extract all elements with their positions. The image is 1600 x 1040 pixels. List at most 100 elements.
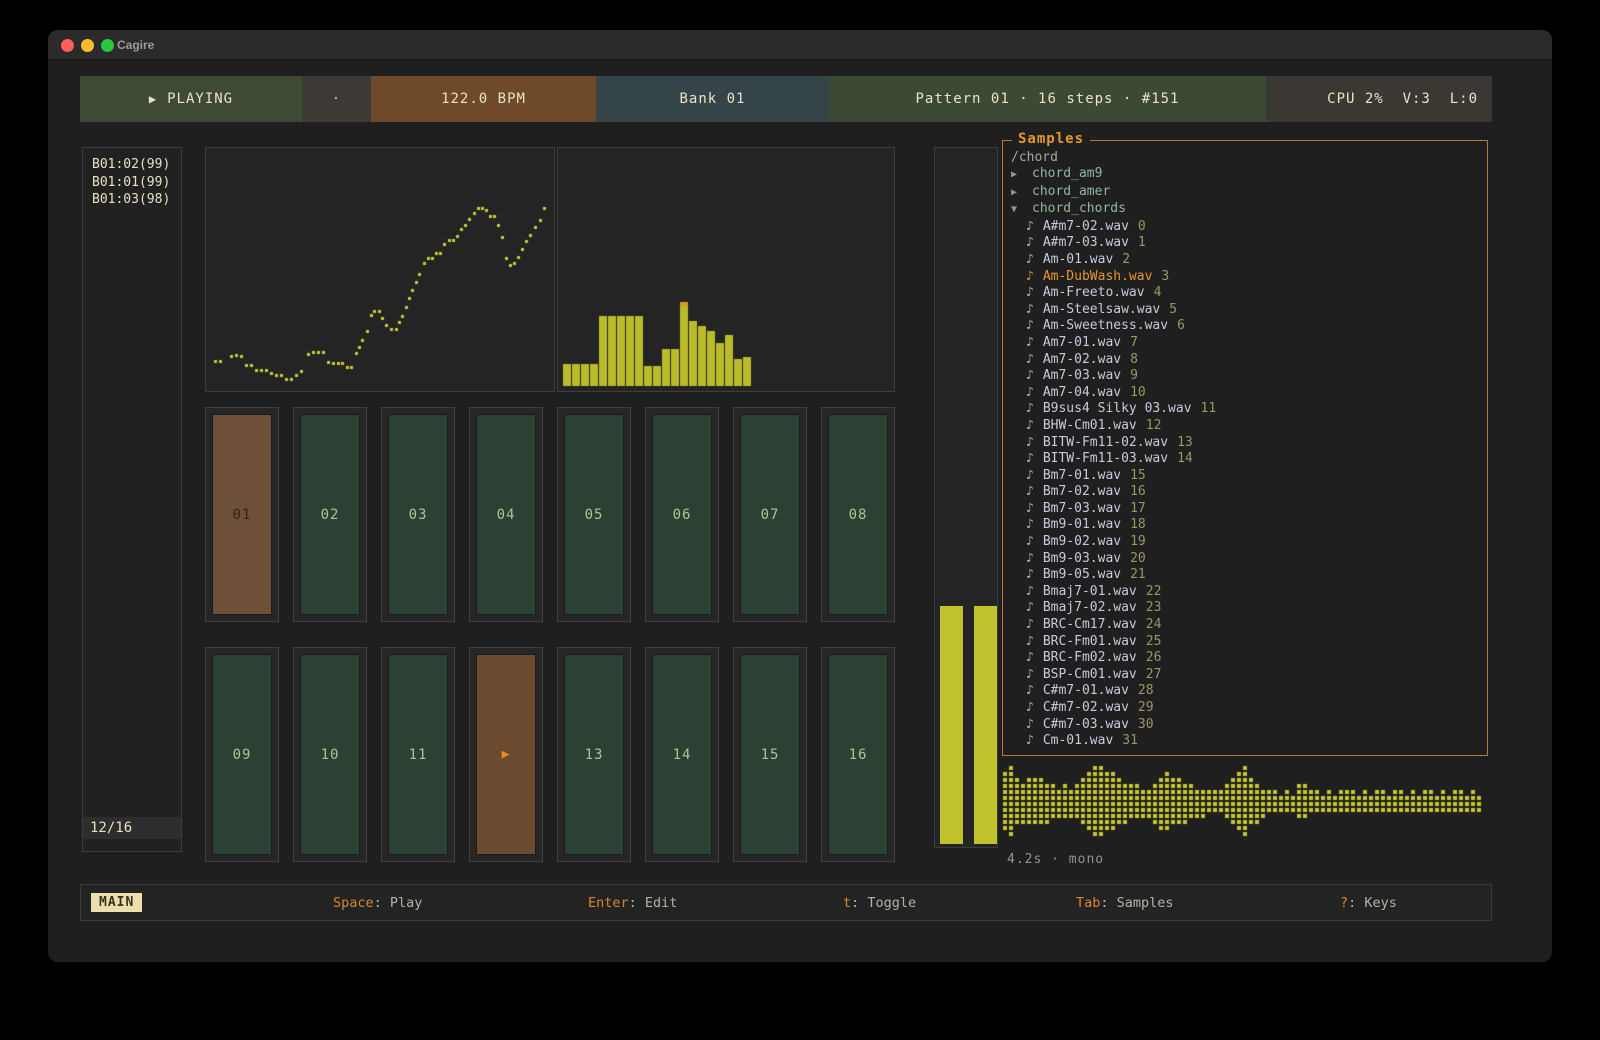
sample-file-name: Am7-04.wav <box>1043 385 1121 400</box>
pad-surface: 07 <box>740 414 800 615</box>
pattern-curve-chart <box>206 148 552 389</box>
pad-11[interactable]: 11 <box>381 647 455 862</box>
sample-file-index: 30 <box>1138 717 1154 732</box>
pad-15[interactable]: 15 <box>733 647 807 862</box>
pad-surface: 05 <box>564 414 624 615</box>
close-window-button[interactable] <box>61 39 74 52</box>
folder-chord_chords[interactable]: ▼ chord_chords <box>1011 201 1481 219</box>
sample-file-12[interactable]: ♪BHW-Cm01.wav12 <box>1011 418 1481 435</box>
pad-label: 14 <box>673 747 692 763</box>
sample-file-18[interactable]: ♪Bm9-01.wav18 <box>1011 517 1481 534</box>
music-note-icon: ♪ <box>1026 318 1034 335</box>
sample-file-31[interactable]: ♪Cm-01.wav31 <box>1011 733 1481 750</box>
sample-file-27[interactable]: ♪BSP-Cm01.wav27 <box>1011 667 1481 684</box>
pad-surface: 14 <box>652 654 712 855</box>
folder-chord_am9[interactable]: ▶chord_am9 <box>1011 166 1481 184</box>
sample-tree[interactable]: /chord ▶chord_am9▶chord_amer▼chord_chord… <box>1003 141 1487 755</box>
sample-file-15[interactable]: ♪Bm7-01.wav15 <box>1011 468 1481 485</box>
sample-file-index: 23 <box>1146 600 1162 615</box>
music-note-icon: ♪ <box>1026 717 1034 734</box>
shortcut-t: t: Toggle <box>843 895 916 911</box>
sample-file-7[interactable]: ♪Am7-01.wav7 <box>1011 335 1481 352</box>
music-note-icon: ♪ <box>1026 501 1034 518</box>
shortcut-tab: Tab: Samples <box>1076 895 1174 911</box>
sample-file-name: Am-Sweetness.wav <box>1043 318 1168 333</box>
music-note-icon: ♪ <box>1026 517 1034 534</box>
sample-file-4[interactable]: ♪Am-Freeto.wav4 <box>1011 285 1481 302</box>
sample-file-index: 29 <box>1138 700 1154 715</box>
sample-file-21[interactable]: ♪Bm9-05.wav21 <box>1011 567 1481 584</box>
sample-file-22[interactable]: ♪Bmaj7-01.wav22 <box>1011 584 1481 601</box>
pad-12[interactable]: ▶ <box>469 647 543 862</box>
sample-file-index: 20 <box>1130 551 1146 566</box>
sample-file-name: Bm9-03.wav <box>1043 551 1121 566</box>
sample-file-23[interactable]: ♪Bmaj7-02.wav23 <box>1011 600 1481 617</box>
sample-file-30[interactable]: ♪C#m7-03.wav30 <box>1011 717 1481 734</box>
sample-file-25[interactable]: ♪BRC-Fm01.wav25 <box>1011 634 1481 651</box>
sample-file-19[interactable]: ♪Bm9-02.wav19 <box>1011 534 1481 551</box>
sample-file-29[interactable]: ♪C#m7-02.wav29 <box>1011 700 1481 717</box>
pad-08[interactable]: 08 <box>821 407 895 622</box>
sample-file-1[interactable]: ♪A#m7-03.wav1 <box>1011 235 1481 252</box>
pad-04[interactable]: 04 <box>469 407 543 622</box>
sample-file-11[interactable]: ♪B9sus4 Silky 03.wav11 <box>1011 401 1481 418</box>
pad-13[interactable]: 13 <box>557 647 631 862</box>
folder-name: chord_amer <box>1032 184 1110 199</box>
sample-file-index: 11 <box>1201 401 1217 416</box>
sample-file-3[interactable]: ♪Am-DubWash.wav3 <box>1011 269 1481 286</box>
bank-display[interactable]: Bank 01 <box>596 76 829 122</box>
pad-09[interactable]: 09 <box>205 647 279 862</box>
folder-chord_amer[interactable]: ▶ chord_amer <box>1011 184 1481 202</box>
pad-label: 04 <box>497 507 516 523</box>
sample-file-name: Am-DubWash.wav <box>1043 269 1153 284</box>
folder-name: chord_am9 <box>1032 166 1102 181</box>
pad-surface: 15 <box>740 654 800 855</box>
sample-file-5[interactable]: ♪Am-Steelsaw.wav5 <box>1011 302 1481 319</box>
minimize-window-button[interactable] <box>81 39 94 52</box>
sample-file-0[interactable]: ♪A#m7-02.wav0 <box>1011 219 1481 236</box>
sample-file-9[interactable]: ♪Am7-03.wav9 <box>1011 368 1481 385</box>
zoom-window-button[interactable] <box>101 39 114 52</box>
pad-14[interactable]: 14 <box>645 647 719 862</box>
music-note-icon: ♪ <box>1026 484 1034 501</box>
sample-file-28[interactable]: ♪C#m7-01.wav28 <box>1011 683 1481 700</box>
pad-06[interactable]: 06 <box>645 407 719 622</box>
pad-label: 11 <box>409 747 428 763</box>
pad-playing-icon: ▶ <box>502 747 511 762</box>
sample-file-6[interactable]: ♪Am-Sweetness.wav6 <box>1011 318 1481 335</box>
sample-file-8[interactable]: ♪Am7-02.wav8 <box>1011 352 1481 369</box>
pad-16[interactable]: 16 <box>821 647 895 862</box>
sample-file-26[interactable]: ♪BRC-Fm02.wav26 <box>1011 650 1481 667</box>
sample-file-16[interactable]: ♪Bm7-02.wav16 <box>1011 484 1481 501</box>
music-note-icon: ♪ <box>1026 252 1034 269</box>
step-position-strip: 12/16 <box>83 817 181 839</box>
sample-file-index: 14 <box>1177 451 1193 466</box>
sample-file-name: A#m7-03.wav <box>1043 235 1129 250</box>
pad-05[interactable]: 05 <box>557 407 631 622</box>
sample-file-14[interactable]: ♪BITW-Fm11-03.wav14 <box>1011 451 1481 468</box>
bpm-display[interactable]: 122.0 BPM <box>371 76 596 122</box>
folder-name: chord_chords <box>1032 201 1126 216</box>
sample-file-10[interactable]: ♪Am7-04.wav10 <box>1011 385 1481 402</box>
sample-file-name: BHW-Cm01.wav <box>1043 418 1137 433</box>
pattern-display[interactable]: Pattern 01 · 16 steps · #151 <box>829 76 1266 122</box>
pad-10[interactable]: 10 <box>293 647 367 862</box>
chevron-collapsed-icon: ▶ <box>1011 185 1024 202</box>
pattern-curve-panel <box>205 147 555 392</box>
pad-07[interactable]: 07 <box>733 407 807 622</box>
pad-01[interactable]: 01 <box>205 407 279 622</box>
transport-status[interactable]: ▶ PLAYING <box>80 76 302 122</box>
play-icon: ▶ <box>149 92 157 106</box>
sample-file-17[interactable]: ♪Bm7-03.wav17 <box>1011 501 1481 518</box>
sample-file-name: Am-01.wav <box>1043 252 1113 267</box>
pad-03[interactable]: 03 <box>381 407 455 622</box>
chevron-expanded-icon: ▼ <box>1011 202 1024 219</box>
sample-file-24[interactable]: ♪BRC-Cm17.wav24 <box>1011 617 1481 634</box>
pad-row-1: 0102 03 04 05060708 <box>205 407 895 622</box>
sample-file-20[interactable]: ♪Bm9-03.wav20 <box>1011 551 1481 568</box>
sample-file-name: Am7-02.wav <box>1043 352 1121 367</box>
sample-file-2[interactable]: ♪Am-01.wav2 <box>1011 252 1481 269</box>
sample-file-13[interactable]: ♪BITW-Fm11-02.wav13 <box>1011 435 1481 452</box>
pad-02[interactable]: 02 <box>293 407 367 622</box>
pad-label: 03 <box>409 507 428 523</box>
